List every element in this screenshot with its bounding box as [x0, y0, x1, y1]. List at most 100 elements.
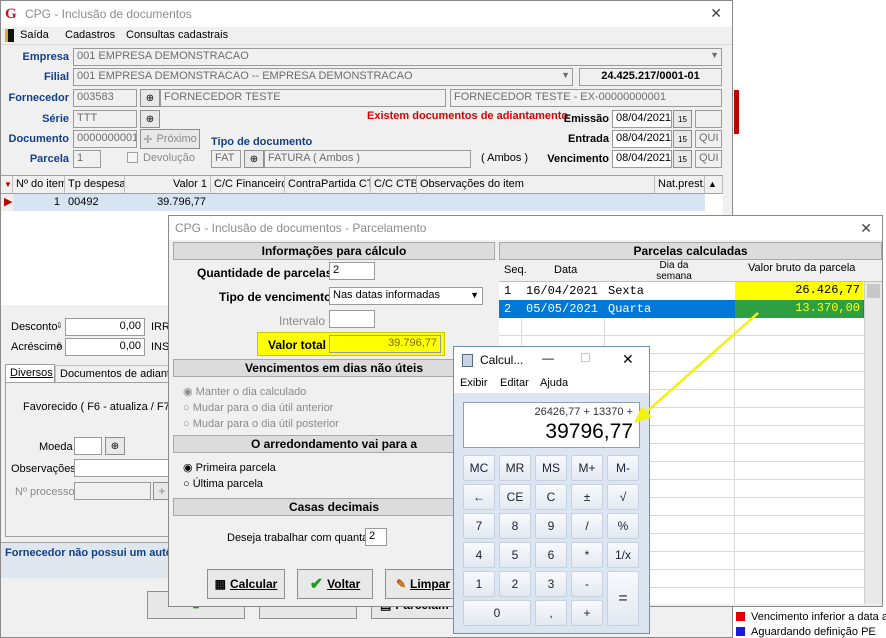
valor-total-label: Valor total: [268, 338, 327, 352]
maximize-icon[interactable]: ☐: [580, 351, 591, 365]
calendar-icon[interactable]: 15: [673, 130, 692, 148]
col-cc-ctb[interactable]: C/C CTB: [371, 176, 417, 194]
calc-key-8[interactable]: 8: [499, 513, 531, 539]
tab-documentos[interactable]: Documentos de adiantam: [55, 365, 181, 382]
limpar-button[interactable]: ✎ Limpar: [385, 569, 461, 599]
calc-key-9[interactable]: 9: [535, 513, 567, 539]
binoculars-icon[interactable]: ⊕: [244, 150, 264, 168]
serie-input[interactable]: TTT: [73, 110, 137, 128]
menu-cadastros[interactable]: Cadastros: [65, 29, 115, 41]
calendar-icon[interactable]: 15: [673, 150, 692, 168]
col-tp[interactable]: Tp despesa: [65, 176, 125, 194]
calc-key-decimal[interactable]: ,: [535, 600, 567, 626]
menu-saida[interactable]: Saída: [20, 29, 49, 41]
calc-key-mc[interactable]: MC: [463, 455, 495, 481]
col-valor[interactable]: Valor 1: [125, 176, 211, 194]
calc-key-sign[interactable]: ±: [571, 484, 603, 510]
calc-key-1[interactable]: 1: [463, 571, 495, 597]
calc-key-mplus[interactable]: M+: [571, 455, 603, 481]
calc-key-mminus[interactable]: M-: [607, 455, 639, 481]
minimize-icon[interactable]: —: [542, 351, 554, 365]
tipo-venc-select[interactable]: Nas datas informadas ▼: [329, 287, 483, 305]
vencimento-input[interactable]: 08/04/2021: [612, 150, 672, 168]
calc-key-backspace[interactable]: ←: [463, 484, 495, 510]
venc-radio-2[interactable]: ○ Mudar para o dia útil anterior: [183, 402, 333, 414]
calc-key-3[interactable]: 3: [535, 571, 567, 597]
calc-key-sqrt[interactable]: √: [607, 484, 639, 510]
intervalo-input[interactable]: [329, 310, 375, 328]
parcelas-scrollbar[interactable]: [864, 282, 882, 604]
col-cc-fin[interactable]: C/C Financeiro: [211, 176, 285, 194]
calc-key-percent[interactable]: %: [607, 513, 639, 539]
menu-exibir[interactable]: Exibir: [460, 377, 488, 389]
col-obs[interactable]: Observações do item: [417, 176, 655, 194]
calc-key-ms[interactable]: MS: [535, 455, 567, 481]
qtd-input[interactable]: 2: [329, 262, 375, 280]
check-icon: ✔: [309, 576, 324, 593]
calc-key-mr[interactable]: MR: [499, 455, 531, 481]
calc-key-2[interactable]: 2: [499, 571, 531, 597]
calc-key-c[interactable]: C: [535, 484, 567, 510]
binoculars-icon[interactable]: ⊕: [140, 110, 160, 128]
devolucao-checkbox[interactable]: [127, 152, 138, 163]
parcela-input[interactable]: 1: [73, 150, 101, 168]
col-item[interactable]: Nº do item: [13, 176, 65, 194]
filial-select[interactable]: 001 EMPRESA DEMONSTRACAO -- EMPRESA DEMO…: [73, 68, 573, 86]
moeda-input[interactable]: [74, 437, 102, 455]
menu-consultas[interactable]: Consultas cadastrais: [126, 29, 228, 41]
parcela-label: Parcela: [29, 153, 69, 165]
empresa-select[interactable]: 001 EMPRESA DEMONSTRACAO ▼: [73, 48, 722, 66]
proximo-button[interactable]: ✛ Próximo: [140, 129, 200, 149]
proximo-label: Próximo: [156, 133, 197, 145]
calc-key-divide[interactable]: /: [571, 513, 603, 539]
calc-key-4[interactable]: 4: [463, 542, 495, 568]
calc-key-plus[interactable]: +: [571, 600, 603, 626]
fornecedor-code-input[interactable]: 003583: [73, 89, 137, 107]
calc-key-7[interactable]: 7: [463, 513, 495, 539]
qtd-label: Quantidade de parcelas: [197, 266, 333, 280]
emissao-input[interactable]: 08/04/2021: [612, 110, 672, 128]
col-contrapartida[interactable]: ContraPartida CTB: [285, 176, 371, 194]
col-natprest[interactable]: Nat.prest.: [655, 176, 705, 194]
calc-key-equals[interactable]: =: [607, 571, 639, 626]
tipo-doc-code-input[interactable]: FAT: [211, 150, 241, 168]
desconto-input[interactable]: 0,00: [65, 318, 145, 336]
calc-key-multiply[interactable]: *: [571, 542, 603, 568]
calc-key-reciprocal[interactable]: 1/x: [607, 542, 639, 568]
desconto-label: Desconto: [11, 321, 58, 333]
calc-key-minus[interactable]: -: [571, 571, 603, 597]
documento-input[interactable]: 0000000001: [73, 130, 137, 148]
radio-icon: ○: [183, 478, 190, 490]
venc-radio-1[interactable]: ◉ Manter o dia calculado: [183, 385, 306, 398]
info-panel: Informações para cálculo Quantidade de p…: [173, 242, 497, 572]
menu-editar[interactable]: Editar: [500, 377, 529, 389]
calc-key-ce[interactable]: CE: [499, 484, 531, 510]
table-row[interactable]: 1 16/04/2021 Sexta 26.426,77: [499, 282, 864, 300]
calc-key-6[interactable]: 6: [535, 542, 567, 568]
casas-input[interactable]: 2: [365, 528, 387, 546]
binoculars-icon[interactable]: ⊕: [140, 89, 160, 107]
calc-key-0[interactable]: 0: [463, 600, 531, 626]
calcular-button[interactable]: ▦ Calcular: [207, 569, 285, 599]
calendar-icon[interactable]: 15: [673, 110, 692, 128]
nprocesso-input[interactable]: [74, 482, 151, 500]
tab-diversos[interactable]: Diversos: [5, 364, 55, 382]
table-row[interactable]: ▶ 1 00492 39.796,77: [1, 194, 705, 211]
emissao-label: Emissão: [563, 113, 609, 125]
close-icon[interactable]: ✕: [860, 220, 872, 237]
menu-ajuda[interactable]: Ajuda: [540, 377, 568, 389]
observacoes-input[interactable]: [74, 459, 179, 477]
entrada-day-field: QUI: [695, 130, 722, 148]
grid-scroll-up[interactable]: ▲: [705, 176, 723, 194]
info-header: Informações para cálculo: [173, 242, 495, 260]
arred-radio-1[interactable]: ◉ Primeira parcela: [183, 461, 276, 474]
entrada-input[interactable]: 08/04/2021: [612, 130, 672, 148]
binoculars-icon[interactable]: ⊕: [105, 437, 125, 455]
acrescimo-input[interactable]: 0,00: [65, 338, 145, 356]
arred-radio-2[interactable]: ○ Última parcela: [183, 478, 263, 490]
voltar-button[interactable]: ✔ Voltar: [297, 569, 373, 599]
calc-key-5[interactable]: 5: [499, 542, 531, 568]
close-icon[interactable]: ✕: [710, 5, 722, 22]
venc-opt-2-label: Mudar para o dia útil anterior: [192, 402, 334, 414]
venc-radio-3[interactable]: ○ Mudar para o dia útil posterior: [183, 418, 339, 430]
